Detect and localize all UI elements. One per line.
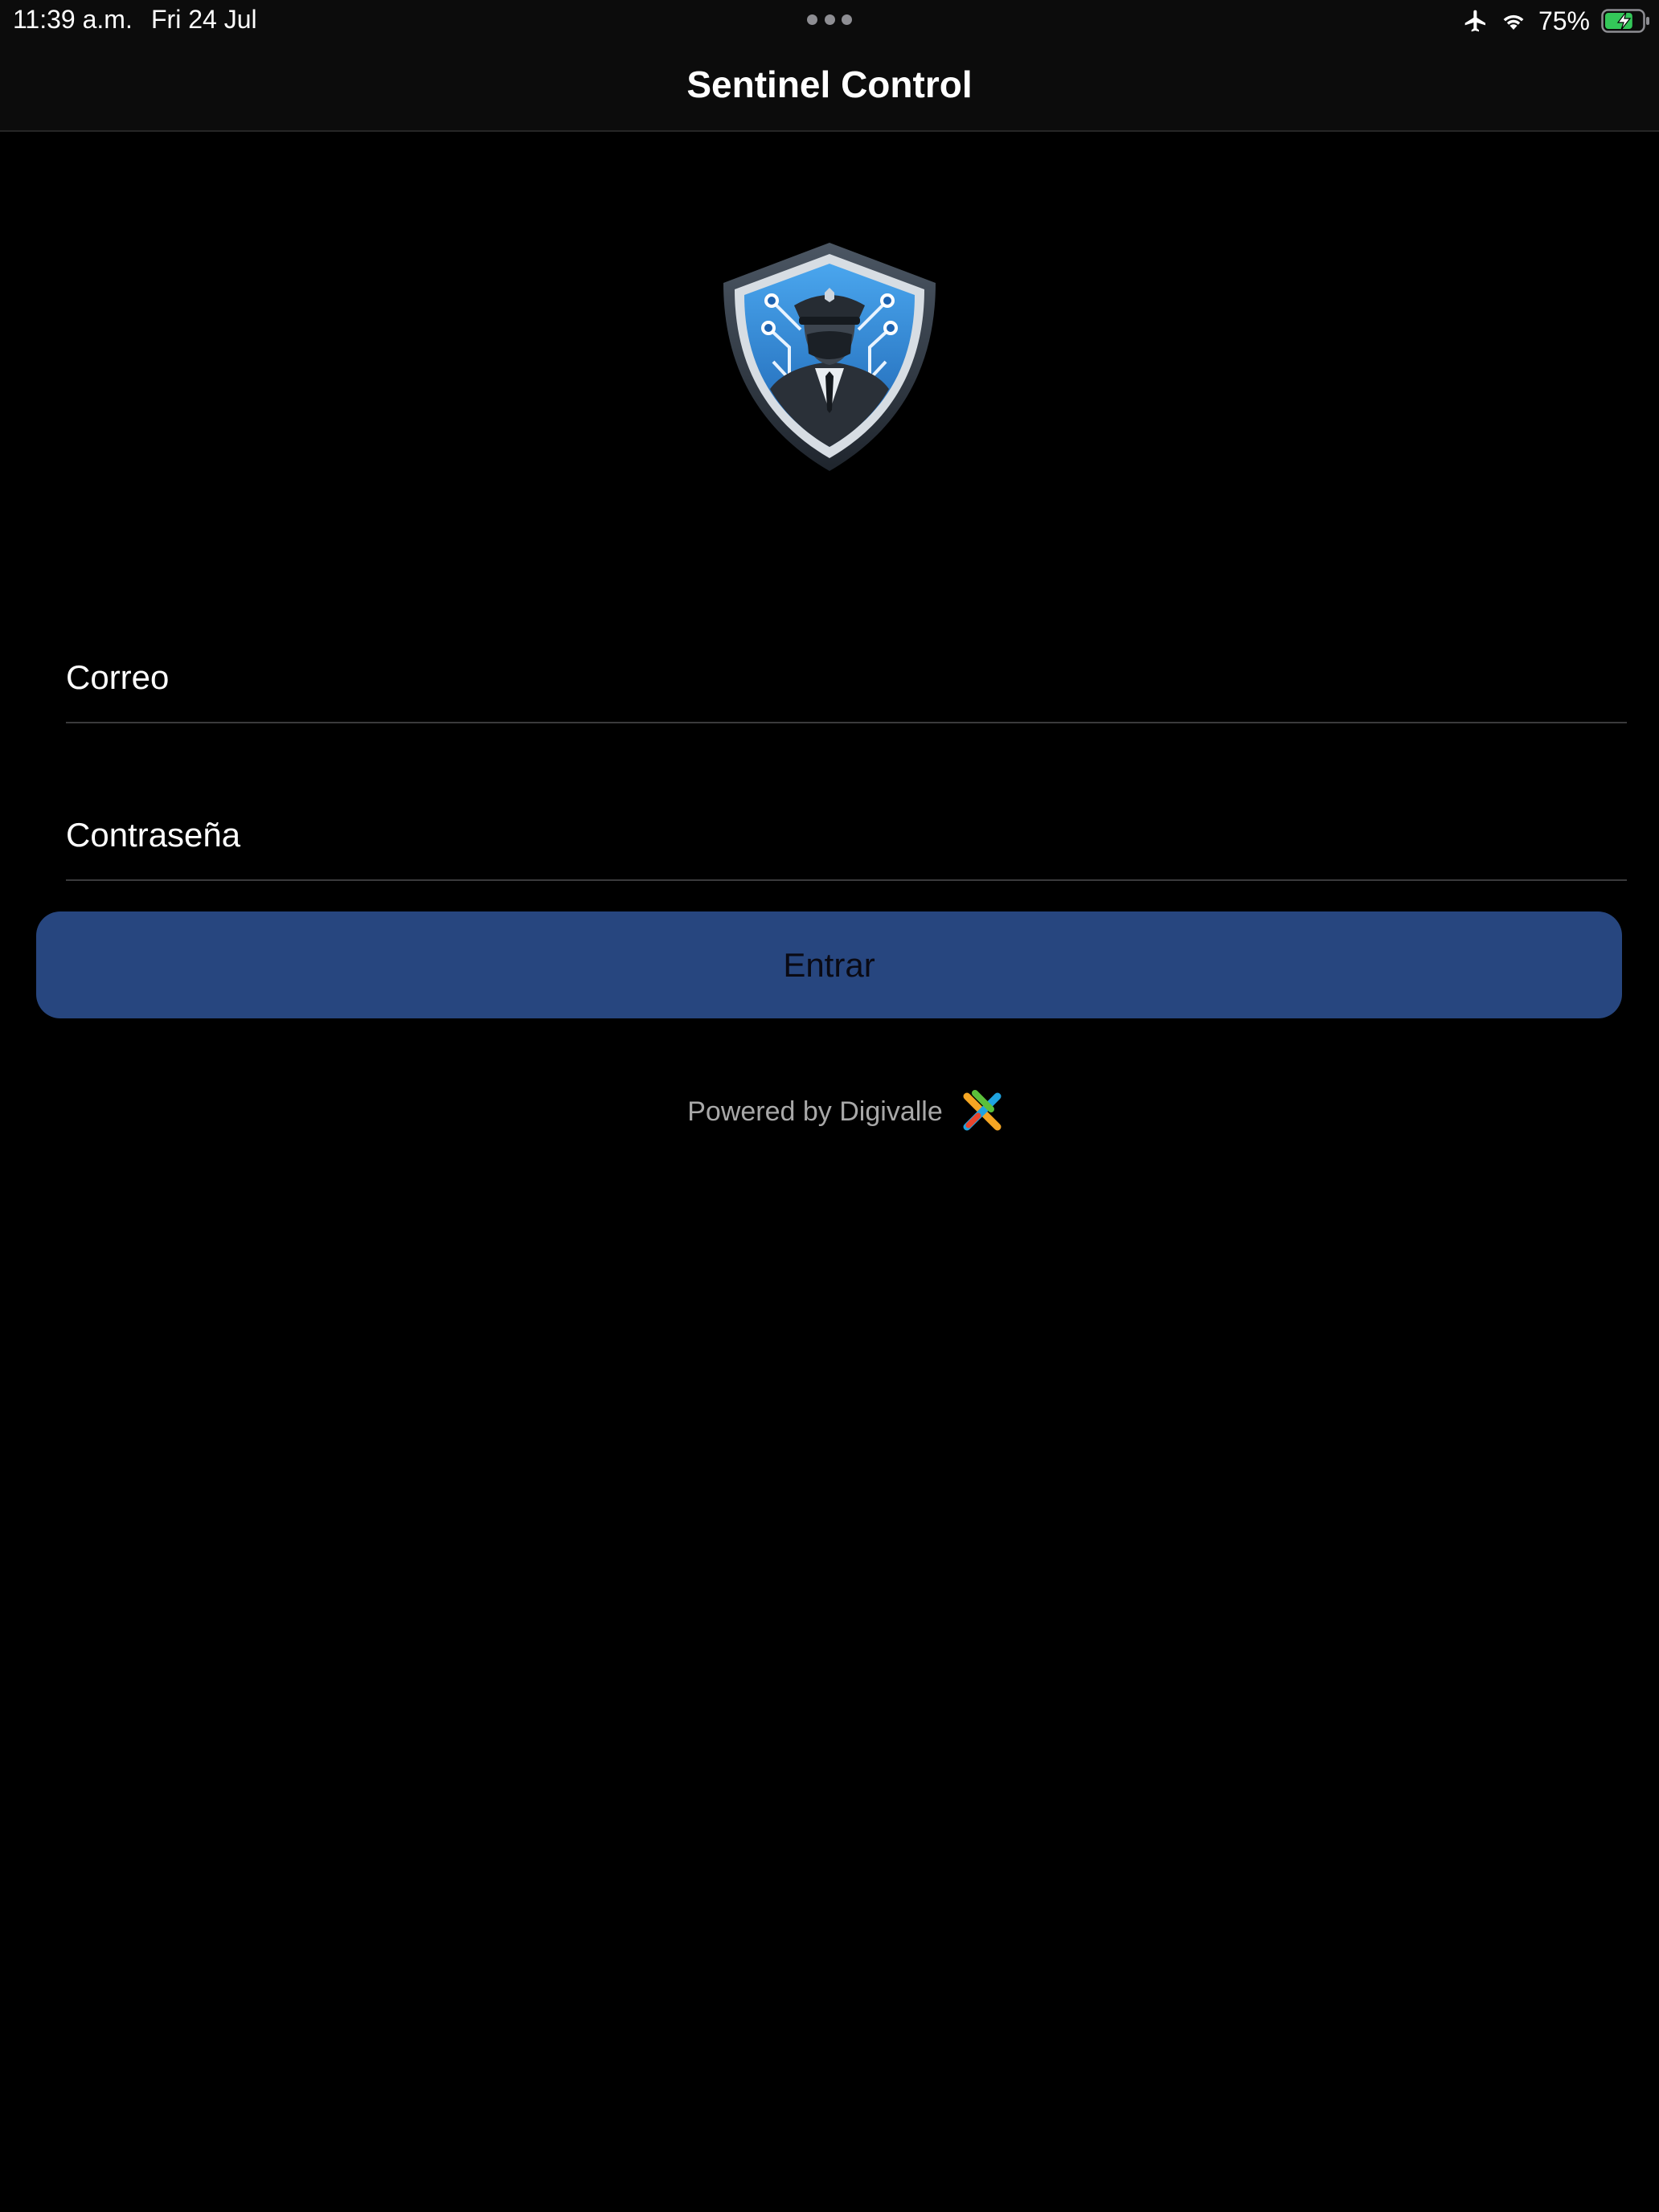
password-field-container bbox=[66, 791, 1627, 881]
page-title: Sentinel Control bbox=[686, 63, 973, 105]
status-bar: 11:39 a.m. Fri 24 Jul 75% bbox=[0, 0, 1659, 40]
status-indicators: 75% bbox=[1463, 5, 1651, 37]
powered-by-text: Powered by Digivalle bbox=[687, 1096, 943, 1127]
digivalle-logo-icon bbox=[959, 1085, 1009, 1139]
login-button[interactable]: Entrar bbox=[36, 911, 1622, 1018]
battery-icon bbox=[1601, 8, 1651, 34]
app-logo bbox=[720, 240, 939, 473]
navigation-bar: Sentinel Control bbox=[0, 40, 1659, 132]
email-field[interactable] bbox=[66, 633, 1627, 722]
multitasking-dots-icon[interactable] bbox=[807, 14, 852, 26]
password-field[interactable] bbox=[66, 791, 1627, 879]
battery-percentage: 75% bbox=[1538, 6, 1590, 35]
status-time: 11:39 a.m. bbox=[13, 5, 133, 34]
wifi-icon bbox=[1500, 10, 1527, 32]
powered-by-footer: Powered by Digivalle bbox=[0, 1085, 1659, 1139]
email-field-container bbox=[66, 633, 1627, 723]
status-date: Fri 24 Jul bbox=[151, 5, 257, 34]
airplane-icon bbox=[1463, 8, 1489, 34]
